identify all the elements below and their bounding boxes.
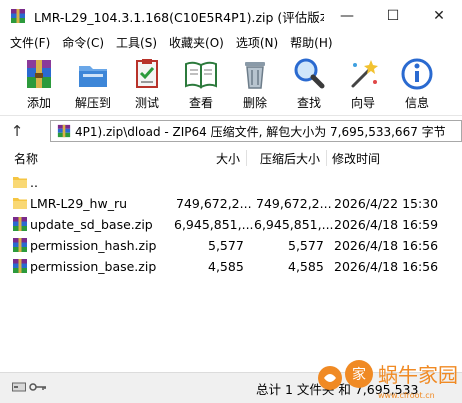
watermark-url: www.cfroot.cn xyxy=(378,391,435,400)
column-header-modified[interactable]: 修改时间 xyxy=(332,150,380,167)
menu-favorites[interactable]: 收藏夹(O) xyxy=(163,34,230,51)
file-name: LMR-L29_hw_ru xyxy=(30,196,128,211)
column-divider[interactable] xyxy=(246,150,247,166)
test-button[interactable]: 测试 xyxy=(120,52,174,111)
file-name: permission_hash.zip xyxy=(30,238,157,253)
delete-label: 删除 xyxy=(242,96,267,110)
folder-icon xyxy=(13,177,27,188)
view-button[interactable]: 查看 xyxy=(174,52,228,111)
zip-file-icon xyxy=(13,259,27,273)
wizard-button[interactable]: 向导 xyxy=(336,52,390,111)
file-packed-size: 4,585 xyxy=(288,259,324,274)
file-packed-size: 6,945,851,... xyxy=(254,217,334,232)
list-item-parent[interactable]: .. xyxy=(0,172,462,193)
info-label: 信息 xyxy=(404,96,429,110)
path-text: 4P1).zip\dload - ZIP64 压缩文件, 解包大小为 7,695… xyxy=(75,124,446,139)
drive-icon[interactable] xyxy=(12,381,26,393)
file-modified: 2026/4/18 16:56 xyxy=(334,259,439,274)
delete-icon xyxy=(245,62,265,89)
add-archive-icon xyxy=(27,60,51,88)
list-item[interactable]: LMR-L29_hw_ru 749,672,2... 749,672,2... … xyxy=(0,193,462,214)
menu-commands[interactable]: 命令(C) xyxy=(56,34,110,51)
folder-icon xyxy=(13,198,27,209)
address-bar: ↑ 4P1).zip\dload - ZIP64 压缩文件, 解包大小为 7,6… xyxy=(0,118,462,144)
winrar-app-icon xyxy=(11,9,25,23)
info-icon xyxy=(401,58,433,90)
find-icon xyxy=(294,58,325,89)
menu-tools[interactable]: 工具(S) xyxy=(110,34,163,51)
close-button[interactable]: ✕ xyxy=(416,0,462,32)
find-label: 查找 xyxy=(296,96,321,110)
column-header-size[interactable]: 大小 xyxy=(216,150,240,167)
toolbar: 添加 解压到 测试 查看 删除 查找 向导 信息 xyxy=(0,52,462,116)
title-bar: LMR-L29_104.3.1.168(C10E5R4P1).zip (评估版本… xyxy=(0,0,462,32)
window-title: LMR-L29_104.3.1.168(C10E5R4P1).zip (评估版本… xyxy=(34,9,324,25)
file-packed-size: 749,672,2... xyxy=(256,196,332,211)
file-packed-size: 5,577 xyxy=(288,238,324,253)
file-modified: 2026/4/22 15:30 xyxy=(334,196,439,211)
file-name: permission_base.zip xyxy=(30,259,157,274)
file-size: 6,945,851,... xyxy=(174,217,254,232)
file-size: 749,672,2... xyxy=(176,196,252,211)
wizard-label: 向导 xyxy=(350,96,375,110)
status-icons xyxy=(12,381,47,393)
file-modified: 2026/4/18 16:59 xyxy=(334,217,439,232)
list-item[interactable]: permission_base.zip 4,585 4,585 2026/4/1… xyxy=(0,256,462,277)
watermark-logo: 家 蜗牛家园 www.cfroot.cn xyxy=(318,360,458,400)
menu-help[interactable]: 帮助(H) xyxy=(284,34,338,51)
up-one-level-button[interactable]: ↑ xyxy=(0,118,34,144)
delete-button[interactable]: 删除 xyxy=(228,52,282,111)
minimize-button[interactable]: — xyxy=(324,0,370,32)
view-icon xyxy=(185,61,217,89)
add-button[interactable]: 添加 xyxy=(12,52,66,111)
watermark-text: 蜗牛家园 xyxy=(378,363,458,387)
file-name: .. xyxy=(30,175,38,190)
add-label: 添加 xyxy=(26,96,51,110)
path-field[interactable]: 4P1).zip\dload - ZIP64 压缩文件, 解包大小为 7,695… xyxy=(50,120,462,142)
watermark-glyph: 家 xyxy=(352,366,366,383)
extract-to-icon xyxy=(79,66,107,87)
test-label: 测试 xyxy=(134,96,159,110)
file-size: 4,585 xyxy=(208,259,244,274)
archive-icon xyxy=(57,124,71,138)
info-button[interactable]: 信息 xyxy=(390,52,444,111)
list-item[interactable]: update_sd_base.zip 6,945,851,... 6,945,8… xyxy=(0,214,462,235)
menu-file[interactable]: 文件(F) xyxy=(4,34,56,51)
extract-to-button[interactable]: 解压到 xyxy=(66,52,120,111)
wizard-icon xyxy=(351,60,378,88)
column-divider[interactable] xyxy=(326,150,327,166)
file-size: 5,577 xyxy=(208,238,244,253)
menu-bar: 文件(F) 命令(C) 工具(S) 收藏夹(O) 选项(N) 帮助(H) xyxy=(0,32,462,52)
list-item[interactable]: permission_hash.zip 5,577 5,577 2026/4/1… xyxy=(0,235,462,256)
find-button[interactable]: 查找 xyxy=(282,52,336,111)
column-header-name[interactable]: 名称 xyxy=(14,150,38,167)
test-icon xyxy=(136,59,158,88)
view-label: 查看 xyxy=(188,96,213,110)
file-list-header: 名称 大小 压缩后大小 修改时间 xyxy=(0,148,462,168)
key-icon[interactable] xyxy=(29,381,47,393)
maximize-button[interactable]: ☐ xyxy=(370,0,416,32)
extract-to-label: 解压到 xyxy=(74,96,111,110)
file-name: update_sd_base.zip xyxy=(30,217,153,232)
zip-file-icon xyxy=(13,238,27,252)
file-modified: 2026/4/18 16:56 xyxy=(334,238,439,253)
column-header-packed[interactable]: 压缩后大小 xyxy=(260,150,320,167)
zip-file-icon xyxy=(13,217,27,231)
menu-options[interactable]: 选项(N) xyxy=(230,34,284,51)
